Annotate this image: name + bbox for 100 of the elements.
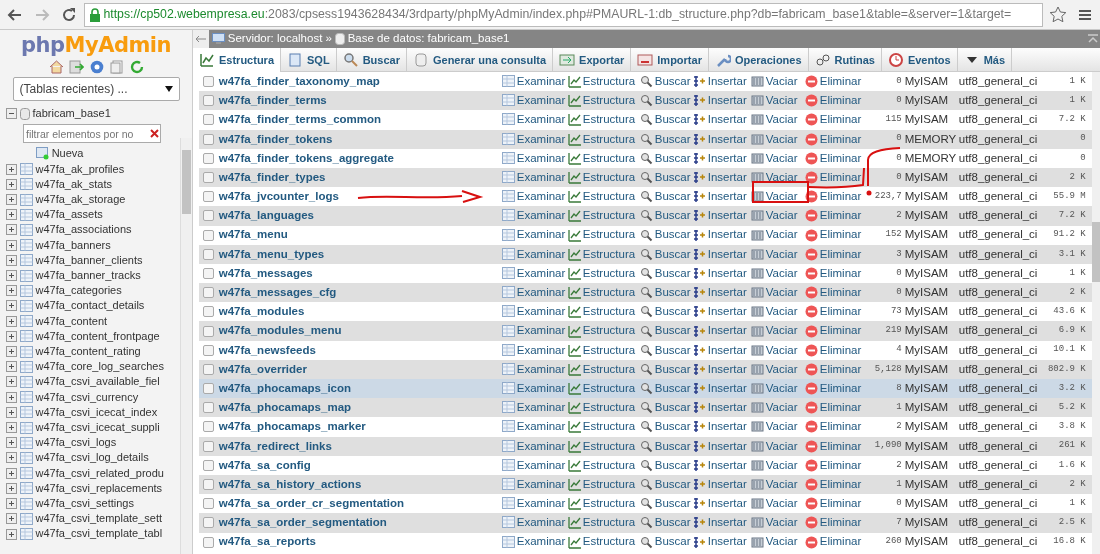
insert-link[interactable]: Insertar (692, 322, 751, 340)
insert-link[interactable]: Insertar (692, 341, 751, 359)
database-link[interactable]: Base de datos: fabricam_base1 (347, 30, 1084, 48)
search-link[interactable]: Buscar (639, 130, 693, 148)
empty-link[interactable]: Vaciar (750, 111, 805, 129)
structure-link[interactable]: Estructura (567, 399, 640, 417)
expand-toggle[interactable] (5, 254, 17, 266)
tab[interactable]: Estructura (193, 48, 282, 72)
expand-toggle[interactable] (5, 406, 17, 418)
expand-toggle[interactable] (5, 194, 17, 206)
search-link[interactable]: Buscar (639, 456, 693, 474)
table-row[interactable]: w47fa_sa_order_segmentation Examinar Estructura Buscar Insertar Vaciar Eliminar 7 MyISAM utf8_general_ci 2.5 K (198, 513, 1095, 533)
row-checkbox[interactable] (203, 172, 215, 184)
browse-link[interactable]: Examinar (501, 533, 568, 551)
expand-toggle[interactable] (5, 482, 17, 494)
table-link[interactable]: w47fa_associations (35, 222, 132, 238)
refresh-icon[interactable] (129, 59, 144, 74)
table-link[interactable]: w47fa_csvi_logs (35, 435, 117, 451)
empty-link[interactable]: Vaciar (750, 92, 805, 110)
empty-link[interactable]: Vaciar (750, 533, 805, 551)
expand-toggle[interactable] (5, 330, 17, 342)
table-row[interactable]: w47fa_phocamaps_map Examinar Estructura Buscar Insertar Vaciar Eliminar 1 MyISAM utf8_general_ci 5.2 K (198, 398, 1095, 418)
structure-link[interactable]: Estructura (567, 360, 640, 379)
row-checkbox[interactable] (203, 248, 215, 260)
row-checkbox[interactable] (203, 133, 215, 145)
insert-link[interactable]: Insertar (692, 399, 751, 417)
search-link[interactable]: Buscar (639, 245, 693, 263)
insert-link[interactable]: Insertar (692, 264, 751, 283)
empty-link[interactable]: Vaciar (750, 303, 805, 321)
table-name-link[interactable]: w47fa_messages_cfg (218, 284, 502, 302)
expand-toggle[interactable] (5, 163, 17, 175)
expand-toggle[interactable] (5, 346, 17, 358)
search-link[interactable]: Buscar (639, 341, 693, 359)
drop-link[interactable]: Eliminar (804, 284, 865, 302)
empty-link[interactable]: Vaciar (750, 264, 805, 283)
search-link[interactable]: Buscar (639, 475, 693, 494)
browse-link[interactable]: Examinar (501, 303, 568, 321)
new-table-link[interactable]: Nueva (51, 146, 84, 162)
row-checkbox[interactable] (203, 229, 215, 241)
structure-link[interactable]: Estructura (567, 264, 640, 283)
search-link[interactable]: Buscar (639, 303, 693, 321)
row-checkbox[interactable] (203, 114, 215, 126)
search-link[interactable]: Buscar (639, 533, 693, 551)
expand-toggle[interactable] (5, 315, 17, 327)
table-link[interactable]: w47fa_csvi_replacements (35, 480, 163, 496)
table-name-link[interactable]: w47fa_menu (218, 226, 502, 244)
structure-link[interactable]: Estructura (567, 188, 640, 206)
search-link[interactable]: Buscar (639, 418, 693, 436)
table-name-link[interactable]: w47fa_finder_tokens_aggregate (218, 149, 502, 167)
documents-icon[interactable] (109, 59, 124, 74)
structure-link[interactable]: Estructura (567, 149, 640, 167)
empty-link[interactable]: Vaciar (750, 456, 805, 474)
row-checkbox[interactable] (203, 287, 215, 299)
search-link[interactable]: Buscar (639, 360, 693, 379)
search-link[interactable]: Buscar (639, 72, 693, 91)
row-checkbox[interactable] (203, 191, 215, 203)
empty-link[interactable]: Vaciar (750, 130, 805, 148)
row-checkbox[interactable] (203, 363, 215, 375)
search-link[interactable]: Buscar (639, 322, 693, 340)
browse-link[interactable]: Examinar (501, 245, 568, 263)
drop-link[interactable]: Eliminar (804, 437, 865, 455)
drop-link[interactable]: Eliminar (804, 188, 865, 206)
expand-toggle[interactable] (5, 498, 17, 510)
table-link[interactable]: w47fa_csvi_currency (35, 389, 139, 405)
clear-icon[interactable] (150, 129, 159, 139)
row-checkbox[interactable] (203, 402, 215, 414)
expand-toggle[interactable] (5, 178, 17, 190)
structure-link[interactable]: Estructura (567, 456, 640, 474)
table-link[interactable]: w47fa_csvi_template_tabl (35, 526, 163, 542)
browse-link[interactable]: Examinar (501, 188, 568, 206)
browse-link[interactable]: Examinar (501, 475, 568, 494)
table-name-link[interactable]: w47fa_phocamaps_icon (218, 379, 502, 398)
row-checkbox[interactable] (203, 383, 215, 395)
insert-link[interactable]: Insertar (692, 168, 751, 187)
table-name-link[interactable]: w47fa_finder_taxonomy_map (218, 72, 502, 91)
structure-link[interactable]: Estructura (567, 341, 640, 359)
drop-link[interactable]: Eliminar (804, 495, 865, 513)
empty-link[interactable]: Vaciar (750, 188, 805, 206)
search-link[interactable]: Buscar (639, 168, 693, 187)
address-bar[interactable]: https://cp502.webempresa.eu:2083/cpsess1943628434/3rdparty/phpMyAdmin/index.php#PMAURL-1:db_structure.php?db=fabricam_base1&table=&server=1&target= (83, 2, 1044, 27)
row-checkbox[interactable] (203, 536, 215, 548)
drop-link[interactable]: Eliminar (804, 456, 865, 474)
search-link[interactable]: Buscar (639, 92, 693, 110)
expand-toggle[interactable] (5, 528, 17, 540)
structure-link[interactable]: Estructura (567, 284, 640, 302)
structure-link[interactable]: Estructura (567, 111, 640, 129)
table-link[interactable]: w47fa_csvi_log_details (35, 450, 149, 466)
insert-link[interactable]: Insertar (692, 284, 751, 302)
search-link[interactable]: Buscar (639, 437, 693, 455)
drop-link[interactable]: Eliminar (804, 245, 865, 263)
empty-link[interactable]: Vaciar (750, 168, 805, 187)
table-name-link[interactable]: w47fa_finder_tokens (218, 130, 502, 148)
empty-link[interactable]: Vaciar (750, 245, 805, 263)
drop-link[interactable]: Eliminar (804, 322, 865, 340)
search-link[interactable]: Buscar (639, 399, 693, 417)
table-name-link[interactable]: w47fa_phocamaps_map (218, 399, 502, 417)
search-link[interactable]: Buscar (639, 111, 693, 129)
search-link[interactable]: Buscar (639, 284, 693, 302)
table-link[interactable]: w47fa_assets (35, 207, 103, 223)
home-icon[interactable] (48, 59, 64, 74)
